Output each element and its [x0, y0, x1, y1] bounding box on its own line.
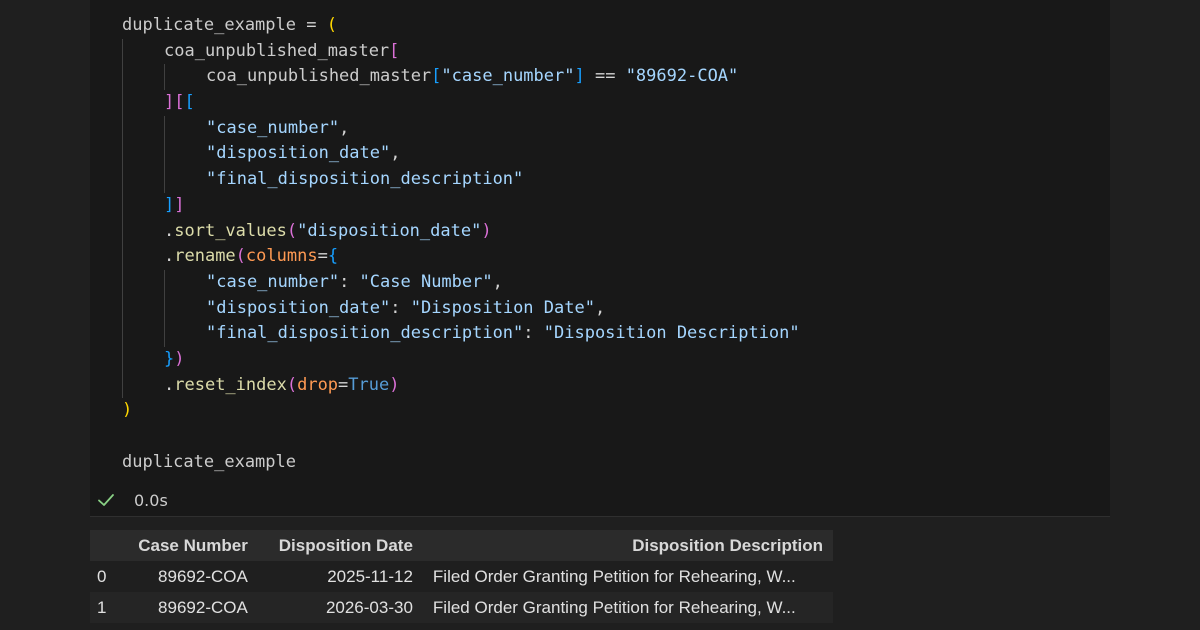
code-line-1: duplicate_example = (	[122, 15, 337, 35]
cell-case-number: 89692-COA	[158, 566, 248, 586]
code-line-13: "final_disposition_description": "Dispos…	[122, 321, 800, 347]
check-icon	[98, 494, 114, 506]
table-header-row: Case Number Disposition Date Disposition…	[90, 530, 833, 561]
column-header-case-number: Case Number	[138, 535, 248, 555]
code-line-2: coa_unpublished_master[	[122, 38, 800, 65]
cell-divider	[90, 516, 1110, 517]
code-line-12: "disposition_date": "Disposition Date",	[122, 295, 800, 322]
cell-disposition-description: Filed Order Granting Petition for Rehear…	[432, 597, 796, 617]
code-line-3: coa_unpublished_master["case_number"] ==…	[122, 64, 800, 91]
code-line-10: .rename(columns={	[122, 244, 800, 270]
table-row: 0 89692-COA 2025-11-12 Filed Order Grant…	[90, 561, 833, 592]
code-line-7: "final_disposition_description"	[122, 167, 800, 193]
code-line-8: ]]	[122, 192, 800, 219]
output-dataframe: Case Number Disposition Date Disposition…	[90, 530, 833, 623]
code-line-15: .reset_index(drop=True)	[122, 372, 800, 399]
execution-status: 0.0s	[96, 488, 168, 512]
code-line-18: duplicate_example	[122, 451, 296, 472]
table-row: 1 89692-COA 2026-03-30 Filed Order Grant…	[90, 592, 833, 623]
cell-disposition-date: 2026-03-30	[325, 597, 413, 617]
cell-disposition-description: Filed Order Granting Petition for Rehear…	[432, 566, 796, 586]
code-line-14: })	[122, 346, 800, 373]
cell-disposition-date: 2025-11-12	[327, 566, 413, 586]
column-header-disposition-description: Disposition Description	[632, 535, 823, 555]
row-index: 0	[97, 566, 107, 586]
code-line-5: "case_number",	[122, 115, 800, 142]
code-line-9: .sort_values("disposition_date")	[122, 218, 800, 245]
code-line-16: )	[122, 400, 133, 421]
code-line-4: ][[	[122, 90, 800, 116]
code-line-11: "case_number": "Case Number",	[122, 269, 800, 296]
cell-case-number: 89692-COA	[158, 597, 248, 617]
code-editor[interactable]: duplicate_example = ( coa_unpublished_ma…	[122, 13, 800, 475]
code-cell[interactable]: duplicate_example = ( coa_unpublished_ma…	[90, 0, 1110, 516]
code-line-6: "disposition_date",	[122, 141, 800, 168]
column-header-index	[90, 530, 119, 561]
row-index: 1	[97, 597, 107, 617]
column-header-disposition-date: Disposition Date	[278, 535, 413, 555]
execution-time: 0.0s	[134, 490, 168, 510]
